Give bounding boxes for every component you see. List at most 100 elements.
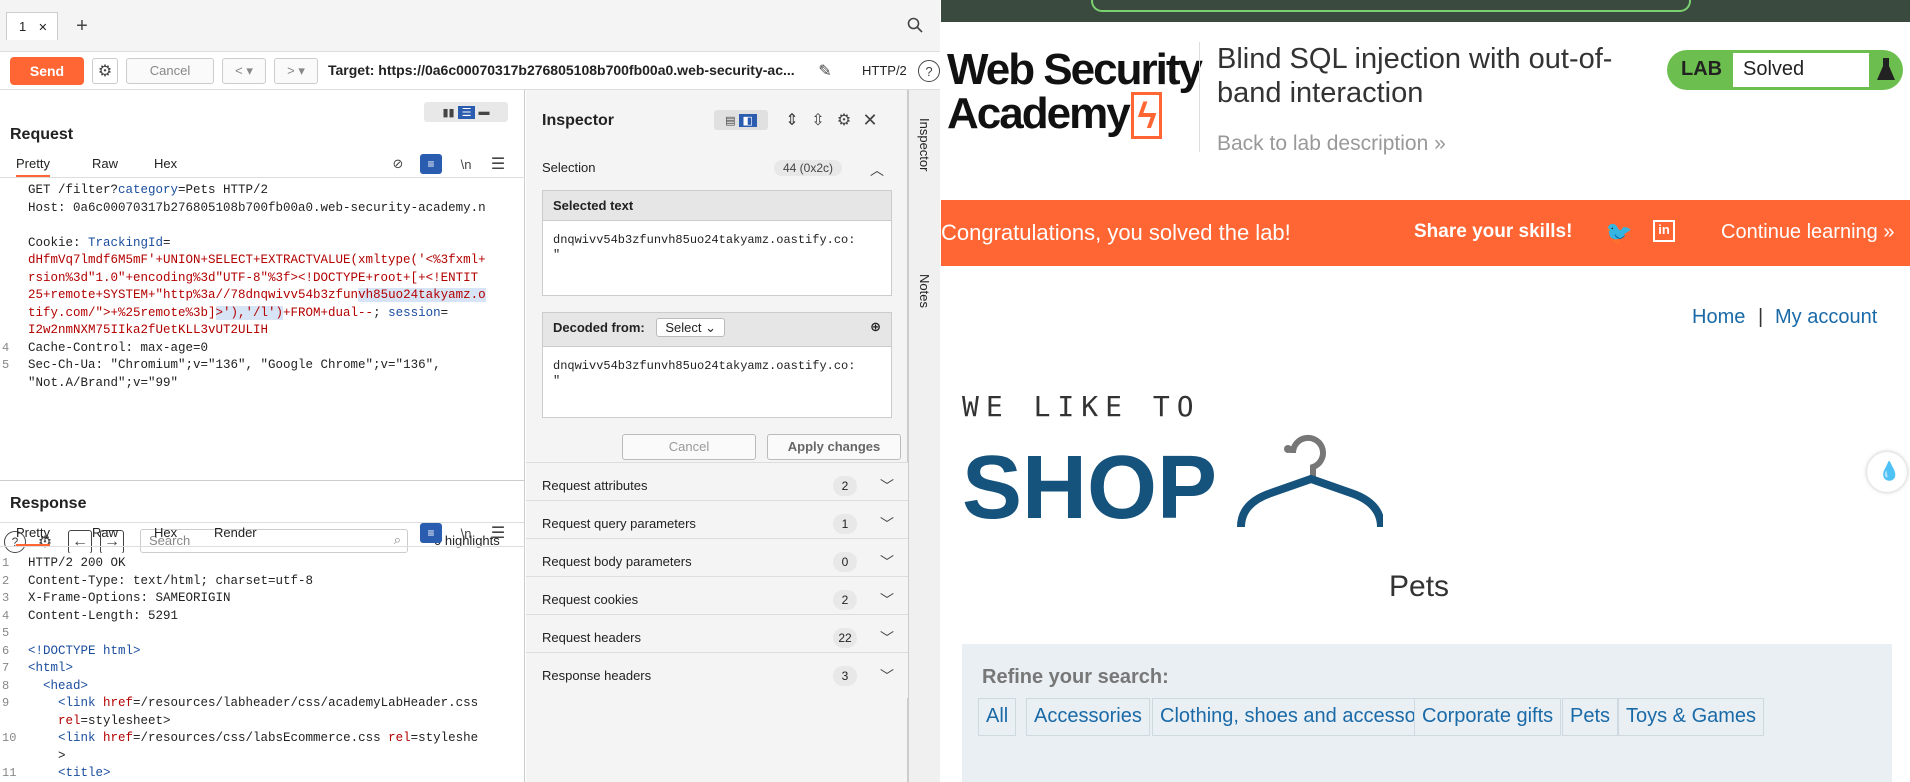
selection-label: Selection: [542, 160, 596, 175]
category-filter-toys-games[interactable]: Toys & Games: [1618, 698, 1765, 736]
decoded-text-line-1: dnqwivv54b3zfunvh85uo24takyamz.oastify.c…: [553, 359, 856, 373]
response-tab-pretty[interactable]: Pretty: [16, 525, 50, 546]
code-line: <head>: [28, 678, 88, 696]
close-inspector-icon[interactable]: ✕: [860, 110, 880, 130]
selected-text-value[interactable]: dnqwivv54b3zfunvh85uo24takyamz.oastify.c…: [543, 221, 891, 269]
layout-rows-icon[interactable]: ☰: [457, 105, 476, 119]
code-token: text/html; charset=utf-8: [133, 573, 314, 588]
layout-toggle[interactable]: ▮▮ ☰ ▬: [424, 102, 508, 122]
settings-gear-icon[interactable]: ⚙: [92, 58, 118, 84]
category-filter-pets[interactable]: Pets: [1562, 698, 1619, 736]
code-token: Content-Length:: [28, 608, 149, 623]
code-line: tify.com/">+%25remote%3b]>'),'/l')+FROM+…: [28, 305, 448, 323]
edit-target-pencil-icon[interactable]: ✎: [814, 60, 836, 82]
web-security-academy-logo[interactable]: Web Security Academy ϟ: [947, 48, 1203, 139]
chevron-down-icon[interactable]: ﹀: [880, 628, 894, 648]
chevron-down-icon[interactable]: ﹀: [880, 552, 894, 572]
chevron-up-icon[interactable]: ︿: [870, 160, 884, 180]
line-number: 7: [2, 661, 10, 675]
inspector-layout-list-icon[interactable]: ▤: [725, 114, 735, 127]
continue-learning-link[interactable]: Continue learning »: [1721, 221, 1894, 244]
browser-address-bar: [941, 0, 1910, 22]
request-editor[interactable]: GET /filter?category=Pets HTTP/2 Host: 0a…: [0, 180, 518, 520]
section-count: 22: [833, 628, 857, 648]
back-history-button[interactable]: < ▾: [222, 58, 266, 84]
add-decoding-icon[interactable]: ⊕: [870, 319, 881, 335]
code-token: session: [388, 305, 441, 320]
new-tab-icon[interactable]: +: [72, 15, 92, 37]
category-filter-accessories[interactable]: Accessories: [1026, 698, 1150, 736]
layout-columns-icon[interactable]: ▮▮: [442, 106, 454, 119]
side-tab-inspector[interactable]: Inspector: [917, 118, 932, 171]
floating-action-button[interactable]: 💧: [1867, 452, 1907, 492]
request-tab-pretty[interactable]: Pretty: [16, 156, 50, 177]
request-menu-icon[interactable]: ☰: [488, 154, 508, 174]
repeater-toolbar: Send ⚙ Cancel < ▾ > ▾ Target: https://0a…: [0, 52, 940, 90]
help-icon[interactable]: ?: [918, 60, 940, 82]
expand-all-icon[interactable]: ⇕: [782, 110, 802, 130]
header-divider: [1199, 42, 1200, 152]
selection-count: 44 (0x2c): [773, 160, 842, 176]
code-line: rsion%3d"1.0"+encoding%3d"UTF-8"%3f><!DO…: [28, 270, 478, 288]
search-icon[interactable]: [904, 14, 926, 36]
inspector-settings-gear-icon[interactable]: ⚙: [834, 110, 854, 130]
chevron-down-icon[interactable]: ﹀: [880, 590, 894, 610]
code-line: <!DOCTYPE html>: [28, 643, 141, 661]
word-wrap-icon[interactable]: ≡: [420, 154, 442, 174]
section-count: 0: [833, 552, 857, 572]
request-tab-hex[interactable]: Hex: [154, 156, 177, 171]
response-tab-hex[interactable]: Hex: [154, 525, 177, 540]
twitter-icon[interactable]: 🐦: [1605, 220, 1632, 246]
request-tab-raw[interactable]: Raw: [92, 156, 118, 171]
chevron-down-icon[interactable]: ﹀: [880, 666, 894, 686]
response-tab-raw[interactable]: Raw: [92, 525, 118, 540]
show-newlines-toggle[interactable]: \n: [456, 154, 476, 174]
linkedin-icon[interactable]: in: [1653, 220, 1675, 242]
response-tab-render[interactable]: Render: [214, 525, 257, 540]
side-tab-notes[interactable]: Notes: [917, 274, 932, 308]
category-filter-clothing-shoes-and-accessories[interactable]: Clothing, shoes and accessories: [1152, 698, 1456, 736]
apply-changes-button[interactable]: Apply changes: [767, 434, 901, 460]
code-token: >: [28, 748, 66, 763]
hide-nonprintable-icon[interactable]: ⊘: [388, 154, 408, 174]
nav-home-link[interactable]: Home: [1692, 306, 1745, 329]
nav-my-account-link[interactable]: My account: [1775, 306, 1877, 329]
code-token: X-Frame-Options:: [28, 591, 156, 605]
layout-tabs-icon[interactable]: ▬: [479, 106, 490, 118]
code-token: +FROM+dual--: [283, 305, 374, 320]
inspector-cancel-button[interactable]: Cancel: [622, 434, 756, 460]
category-filter-all[interactable]: All: [978, 698, 1017, 736]
code-line: <link href=/resources/labheader/css/acad…: [28, 695, 478, 713]
burp-repeater: 1 ✕ + Send ⚙ Cancel < ▾ > ▾ Target: https…: [0, 0, 940, 782]
send-button[interactable]: Send: [10, 57, 84, 85]
back-to-lab-description-link[interactable]: Back to lab description »: [1217, 132, 1446, 156]
code-token: =Pets HTTP/2: [178, 183, 269, 197]
chevron-down-icon[interactable]: ﹀: [880, 476, 894, 496]
cancel-button[interactable]: Cancel: [126, 58, 214, 84]
inspector-section-response-headers[interactable]: Response headers 3 ﹀: [526, 652, 908, 698]
close-tab-icon[interactable]: ✕: [38, 22, 47, 34]
response-menu-icon[interactable]: ☰: [488, 523, 508, 543]
repeater-tab[interactable]: 1 ✕: [6, 12, 58, 40]
forward-history-button[interactable]: > ▾: [274, 58, 318, 84]
decoding-select-value: Select: [665, 320, 702, 335]
decoding-select[interactable]: Select ⌄: [656, 318, 726, 337]
protocol-label[interactable]: HTTP/2: [862, 63, 907, 78]
collapse-all-icon[interactable]: ⇳: [808, 110, 828, 130]
word-wrap-icon[interactable]: ≡: [420, 523, 442, 543]
selection-section[interactable]: Selection 44 (0x2c) ︿: [542, 160, 892, 182]
category-filter-corporate-gifts[interactable]: Corporate gifts: [1414, 698, 1562, 736]
show-newlines-toggle[interactable]: \n: [456, 523, 476, 543]
inspector-layout-split-icon[interactable]: ◧: [738, 113, 757, 127]
code-token: max-age=0: [140, 340, 209, 355]
code-token: =: [440, 305, 449, 320]
code-line: >: [28, 748, 66, 766]
inspector-layout-toggle[interactable]: ▤ ◧: [714, 110, 768, 130]
decoded-text-value[interactable]: dnqwivv54b3zfunvh85uo24takyamz.oastify.c…: [543, 347, 891, 395]
address-field[interactable]: [1091, 0, 1691, 12]
shop-logo: WE LIKE TO SHOP: [962, 390, 1384, 533]
chevron-down-icon[interactable]: ﹀: [880, 514, 894, 534]
section-count: 2: [833, 476, 857, 496]
response-editor[interactable]: 1 HTTP/2 200 OK 2 Content-Type: text/html; …: [0, 553, 518, 781]
